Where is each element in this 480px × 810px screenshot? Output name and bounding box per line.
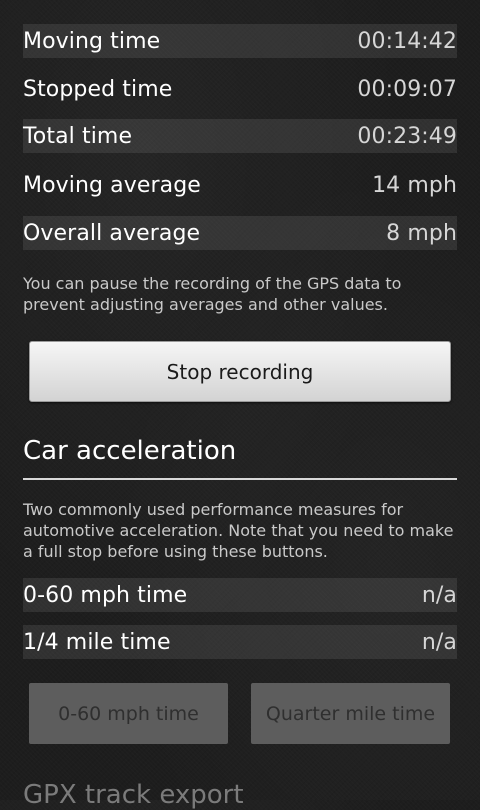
stat-row-overall-average: Overall average 8 mph [23, 216, 457, 250]
stat-label: Moving average [23, 172, 201, 198]
stat-label: Moving time [23, 28, 161, 54]
stat-row-moving-time: Moving time 00:14:42 [23, 24, 457, 58]
accel-row-0-60: 0-60 mph time n/a [23, 578, 457, 612]
quarter-mile-button[interactable]: Quarter mile time [251, 683, 450, 744]
section-divider [23, 478, 457, 480]
stat-label: Stopped time [23, 76, 173, 102]
accel-value: n/a [421, 629, 457, 655]
accel-value: n/a [421, 582, 457, 608]
stat-row-total-time: Total time 00:23:49 [23, 119, 457, 153]
stat-value: 00:14:42 [357, 28, 457, 54]
stat-row-stopped-time: Stopped time 00:09:07 [23, 72, 457, 106]
accel-label: 1/4 mile time [23, 629, 171, 655]
zero-to-sixty-button[interactable]: 0-60 mph time [29, 683, 228, 744]
section-title-gpx-export: GPX track export [23, 780, 244, 810]
section-title-car-acceleration: Car acceleration [23, 436, 237, 466]
stat-label: Total time [23, 123, 133, 149]
stat-value: 00:09:07 [357, 76, 457, 102]
recording-hint: You can pause the recording of the GPS d… [23, 274, 402, 314]
stop-recording-button[interactable]: Stop recording [29, 341, 451, 402]
stat-row-moving-average: Moving average 14 mph [23, 168, 457, 202]
stat-value: 8 mph [386, 220, 457, 246]
stat-value: 14 mph [372, 172, 457, 198]
accel-label: 0-60 mph time [23, 582, 188, 608]
accel-row-quarter-mile: 1/4 mile time n/a [23, 625, 457, 659]
acceleration-hint: Two commonly used performance measures f… [23, 500, 454, 561]
stat-label: Overall average [23, 220, 201, 246]
stat-value: 00:23:49 [357, 123, 457, 149]
